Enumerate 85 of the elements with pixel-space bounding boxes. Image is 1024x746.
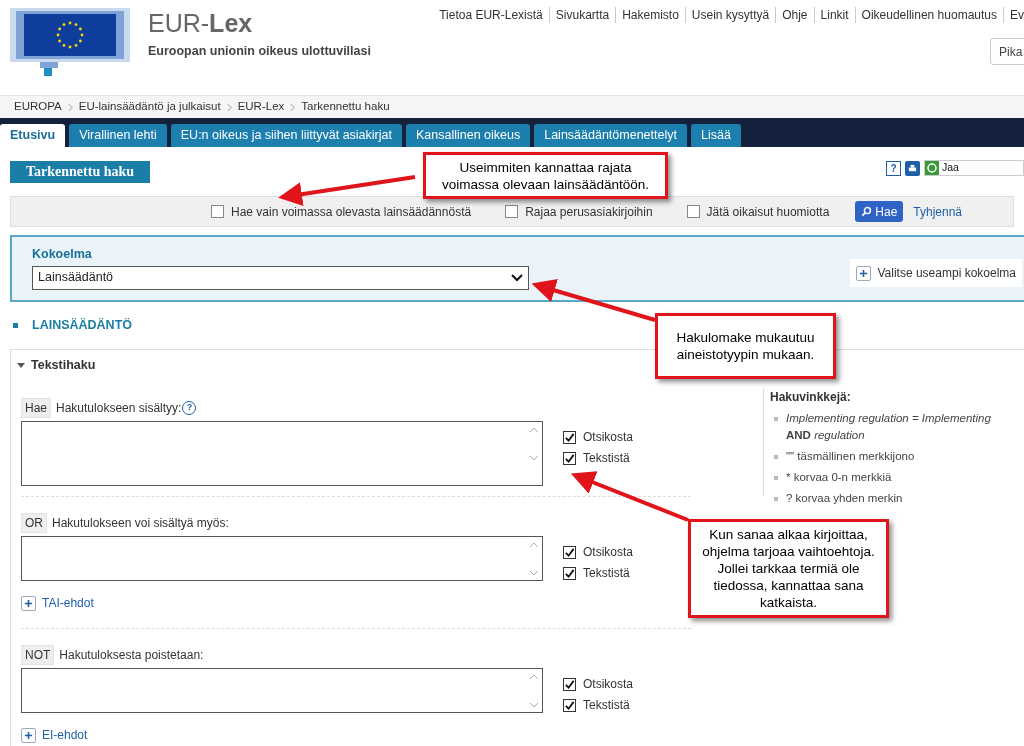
search-button[interactable]: Hae (855, 201, 904, 222)
field-label: Hakutulokseen voi sisältyä myös: (52, 515, 229, 532)
breadcrumb-link[interactable]: EUR-Lex (237, 98, 285, 116)
top-link[interactable]: Ev (1010, 6, 1024, 24)
callout-text: Kun sanaa alkaa kirjoittaa, ohjelma tarjoaa vaihtoehtoja. Jollei tarkkaa termiä ole tiedossa, kannattaa sana katkaista. (701, 526, 876, 611)
operator-label: NOT (21, 645, 55, 665)
add-condition-link[interactable]: TAI-ehdot (21, 594, 691, 612)
checkbox[interactable] (563, 451, 576, 465)
nav-tab[interactable]: Etusivu (0, 124, 66, 147)
nav-tab[interactable]: Kansallinen oikeus (405, 124, 531, 147)
top-link[interactable]: Usein kysyttyä (691, 6, 770, 24)
page-title: Tarkennettu haku (10, 160, 151, 183)
bullet-icon (774, 497, 778, 501)
scope-label[interactable]: Otsikosta (583, 675, 633, 693)
nav-tab[interactable]: Lisää (690, 124, 741, 147)
option-label[interactable]: Hae vain voimassa olevasta lainsäädännöstä (231, 202, 472, 221)
nav-tab[interactable]: Lainsäädäntömenettelyt (534, 124, 687, 147)
scope-label[interactable]: Tekstistä (583, 696, 630, 714)
scope-label[interactable]: Otsikosta (583, 428, 633, 446)
collection-select[interactable]: Lainsäädäntö (32, 265, 529, 290)
search-field[interactable]: Pika (990, 38, 1024, 65)
checkbox[interactable] (563, 545, 576, 559)
panel-title[interactable]: Tekstihaku (31, 355, 96, 375)
text-area[interactable] (21, 668, 543, 713)
hint-text: "" täsmällinen merkkijono (786, 449, 915, 464)
operator-label: Hae (21, 398, 51, 418)
select-collections-button[interactable]: Valitse useampi kokoelma (850, 259, 1022, 287)
chevron-icon (290, 102, 296, 112)
plus-icon (856, 265, 872, 281)
bullet-icon (774, 417, 778, 421)
bullet-icon (774, 455, 778, 459)
site-tagline: Euroopan unionin oikeus ulottuvillasi (148, 43, 371, 60)
callout-text: Useimmiten kannattaa rajata voimassa olevaan lainsäädäntöön. (440, 158, 651, 193)
checkbox[interactable] (563, 677, 576, 691)
top-link[interactable]: Sivukartta (555, 6, 610, 24)
checkbox[interactable] (686, 205, 700, 218)
top-link[interactable]: Tietoa EUR-Lexistä (439, 6, 543, 24)
field-label: Hakutulokseen sisältyy: (56, 400, 182, 417)
scope-label[interactable]: Tekstistä (583, 564, 630, 582)
add-condition-link[interactable]: EI-ehdot (21, 726, 691, 744)
field-label: Hakutuloksesta poistetaan: (59, 647, 204, 664)
breadcrumb-link[interactable]: Tarkennettu haku (301, 98, 390, 116)
option-label[interactable]: Jätä oikaisut huomiotta (706, 202, 830, 221)
hint-text: * korvaa 0-n merkkiä (786, 470, 892, 485)
site-title[interactable]: EUR-Lex (148, 8, 253, 38)
breadcrumb-link[interactable]: EU-lainsäädäntö ja julkaisut (78, 98, 221, 116)
plus-icon (21, 595, 36, 611)
top-link[interactable]: Oikeudellinen huomautus (861, 6, 997, 24)
scope-label[interactable]: Otsikosta (583, 543, 633, 561)
chevron-down-icon (511, 273, 523, 282)
chevron-icon (226, 102, 232, 112)
plus-icon (21, 727, 36, 743)
operator-label: OR (21, 513, 47, 533)
nav-tab[interactable]: EU:n oikeus ja siihen liittyvät asiakirjat (170, 124, 402, 147)
checkbox[interactable] (505, 205, 519, 218)
checkbox[interactable] (563, 698, 576, 712)
hint-text: ? korvaa yhden merkin (786, 491, 903, 506)
text-area[interactable] (21, 421, 543, 486)
scope-label[interactable]: Tekstistä (583, 449, 630, 467)
hints-title: Hakuvinkkejä: (769, 389, 852, 406)
caret-icon[interactable] (17, 361, 25, 369)
clear-link[interactable]: Tyhjennä (913, 202, 963, 221)
checkbox[interactable] (563, 566, 576, 580)
top-link[interactable]: Hakemisto (622, 6, 679, 24)
print-icon[interactable] (905, 160, 920, 176)
logo-icon (10, 8, 130, 76)
option-label[interactable]: Rajaa perusasiakirjoihin (525, 202, 653, 221)
share-icon (925, 161, 939, 175)
top-link[interactable]: Ohje (782, 6, 808, 24)
callout-text: Hakulomake mukautuu aineistotyypin mukaan. (675, 329, 816, 363)
checkbox[interactable] (211, 205, 224, 218)
text-area[interactable] (21, 536, 543, 581)
breadcrumb-link[interactable]: EUROPA (14, 98, 62, 116)
search-icon (861, 206, 873, 217)
checkbox[interactable] (563, 430, 576, 444)
collection-label: Kokoelma (32, 246, 93, 263)
help-button[interactable]: ? (886, 160, 901, 176)
hint-text: Implementing regulation = Implementing AND regulation (786, 411, 992, 443)
share-button[interactable]: Jaa (924, 160, 1024, 176)
chevron-icon (67, 102, 73, 112)
nav-tab[interactable]: Virallinen lehti (69, 124, 167, 147)
bullet-icon (13, 323, 18, 328)
bullet-icon (774, 476, 778, 480)
section-heading: LAINSÄÄDÄNTÖ (32, 317, 132, 335)
top-link[interactable]: Linkit (820, 6, 849, 24)
